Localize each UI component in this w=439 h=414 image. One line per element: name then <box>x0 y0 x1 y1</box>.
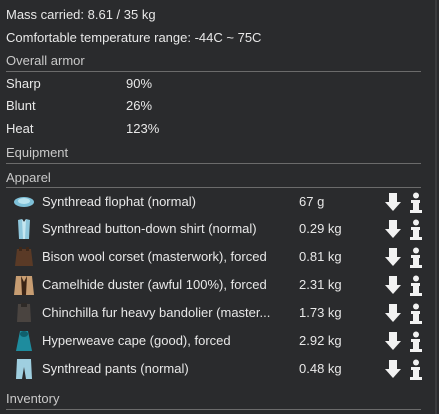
armor-heat-label: Heat <box>6 121 34 136</box>
equipment-title: Equipment <box>6 145 69 160</box>
corset-icon <box>15 247 33 266</box>
apparel-item-label: Synthread flophat (normal) <box>42 194 196 209</box>
bandolier-icon <box>17 303 31 322</box>
overall-armor-divider <box>6 71 421 72</box>
info-icon[interactable] <box>409 219 423 241</box>
drop-arrow-icon[interactable] <box>384 359 402 379</box>
info-icon[interactable] <box>409 359 423 381</box>
drop-arrow-icon[interactable] <box>384 331 402 351</box>
armor-blunt-value: 26% <box>126 98 153 113</box>
apparel-row-shirt[interactable]: Synthread button-down shirt (normal) 0.2… <box>6 216 431 242</box>
shirt-icon <box>18 219 30 239</box>
scrollbar[interactable] <box>435 0 437 414</box>
armor-sharp-value: 90% <box>126 76 153 91</box>
apparel-divider <box>6 187 421 188</box>
apparel-row-corset[interactable]: Bison wool corset (masterwork), forced 0… <box>6 244 431 270</box>
armor-heat-value: 123% <box>126 121 160 136</box>
apparel-item-mass: 0.29 kg <box>299 221 342 236</box>
apparel-row-flophat[interactable]: Synthread flophat (normal) 67 g <box>6 189 431 215</box>
apparel-item-label: Chinchilla fur heavy bandolier (master..… <box>42 305 271 320</box>
apparel-item-mass: 1.73 kg <box>299 305 342 320</box>
inventory-title: Inventory <box>6 391 60 406</box>
info-icon[interactable] <box>409 303 423 325</box>
duster-icon <box>14 276 34 295</box>
mass-carried-text: Mass carried: 8.61 / 35 kg <box>6 7 156 22</box>
pants-icon <box>16 359 32 379</box>
apparel-item-mass: 2.31 kg <box>299 277 342 292</box>
apparel-item-label: Camelhide duster (awful 100%), forced <box>42 277 267 292</box>
apparel-row-bandolier[interactable]: Chinchilla fur heavy bandolier (master..… <box>6 300 431 326</box>
apparel-row-duster[interactable]: Camelhide duster (awful 100%), forced 2.… <box>6 272 431 298</box>
apparel-item-mass: 0.48 kg <box>299 361 342 376</box>
armor-blunt-label: Blunt <box>6 98 36 113</box>
info-icon[interactable] <box>409 192 423 214</box>
equipment-divider <box>6 163 421 164</box>
apparel-row-cape[interactable]: Hyperweave cape (good), forced 2.92 kg <box>6 328 431 354</box>
apparel-item-label: Synthread pants (normal) <box>42 361 189 376</box>
apparel-row-pants[interactable]: Synthread pants (normal) 0.48 kg <box>6 356 431 382</box>
inventory-divider <box>6 409 421 410</box>
flophat-icon <box>14 197 34 207</box>
info-icon[interactable] <box>409 331 423 353</box>
drop-arrow-icon[interactable] <box>384 275 402 295</box>
drop-arrow-icon[interactable] <box>384 303 402 323</box>
apparel-item-label: Hyperweave cape (good), forced <box>42 333 231 348</box>
apparel-item-label: Synthread button-down shirt (normal) <box>42 221 257 236</box>
apparel-title: Apparel <box>6 170 51 185</box>
temperature-range-text: Comfortable temperature range: -44C ~ 75… <box>6 30 262 45</box>
info-icon[interactable] <box>409 247 423 269</box>
armor-sharp-label: Sharp <box>6 76 41 91</box>
apparel-item-label: Bison wool corset (masterwork), forced <box>42 249 267 264</box>
drop-arrow-icon[interactable] <box>384 247 402 267</box>
apparel-item-mass: 67 g <box>299 194 325 209</box>
overall-armor-title: Overall armor <box>6 53 85 68</box>
drop-arrow-icon[interactable] <box>384 192 402 212</box>
apparel-item-mass: 0.81 kg <box>299 249 342 264</box>
drop-arrow-icon[interactable] <box>384 219 402 239</box>
info-icon[interactable] <box>409 275 423 297</box>
cape-icon <box>16 331 32 351</box>
apparel-item-mass: 2.92 kg <box>299 333 342 348</box>
